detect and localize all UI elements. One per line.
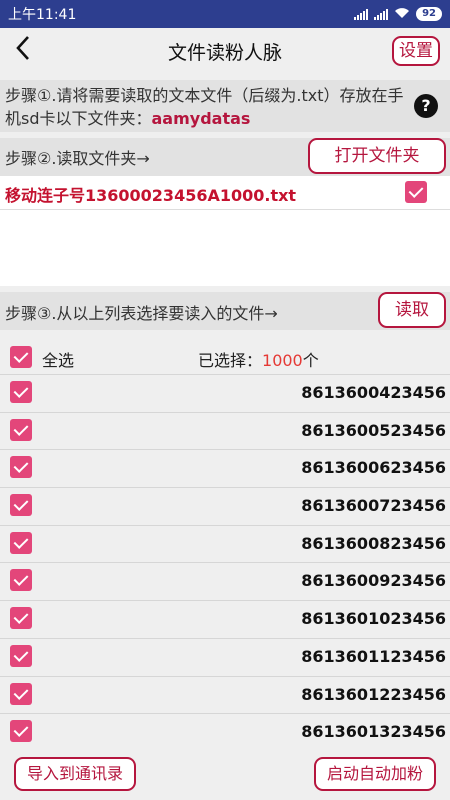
list-item[interactable]: 8613600723456: [0, 487, 450, 525]
help-icon[interactable]: ?: [414, 94, 438, 118]
list-item[interactable]: 8613601123456: [0, 637, 450, 676]
phone-number: 8613600923456: [301, 571, 446, 591]
item-checkbox[interactable]: [10, 569, 32, 592]
phone-number: 8613601323456: [301, 722, 446, 742]
import-contacts-button[interactable]: 导入到通讯录: [14, 757, 136, 791]
phone-number: 8613600523456: [301, 420, 446, 440]
battery-indicator: 92: [416, 7, 442, 21]
title-bar: 文件读粉人脉 设置: [0, 28, 450, 74]
select-all-checkbox[interactable]: [10, 346, 32, 368]
file-checkbox[interactable]: [405, 181, 427, 203]
signal-icon: [354, 8, 369, 20]
selection-bar: 全选 已选择：1000个: [0, 340, 450, 374]
step3-panel: 步骤③.从以上列表选择要读入的文件→ 读取: [0, 292, 450, 330]
file-row[interactable]: 移动连子号13600023456A1000.txt: [0, 176, 450, 210]
step2-panel: 步骤②.读取文件夹→ 打开文件夹: [0, 138, 450, 176]
item-checkbox[interactable]: [10, 418, 32, 441]
step2-text: 步骤②.读取文件夹→: [5, 149, 150, 168]
status-icons: 92: [348, 7, 442, 22]
select-all-label[interactable]: 全选: [42, 347, 74, 371]
phone-number: 8613600723456: [301, 496, 446, 516]
item-checkbox[interactable]: [10, 607, 32, 630]
auto-add-button[interactable]: 启动自动加粉: [314, 757, 436, 791]
wifi-icon: [394, 7, 410, 22]
item-checkbox[interactable]: [10, 531, 32, 554]
back-button[interactable]: [8, 34, 38, 68]
list-item[interactable]: 8613601223456: [0, 675, 450, 714]
open-folder-button[interactable]: 打开文件夹: [308, 138, 446, 174]
list-item[interactable]: 8613600423456: [0, 374, 450, 412]
list-item[interactable]: 8613600823456: [0, 524, 450, 563]
phone-number: 8613601223456: [301, 684, 446, 704]
page-title: 文件读粉人脉: [167, 41, 282, 64]
selected-number: 1000: [262, 351, 303, 370]
file-list: 移动连子号13600023456A1000.txt: [0, 176, 450, 286]
phone-number: 8613601123456: [301, 646, 446, 666]
phone-number: 8613601023456: [301, 609, 446, 629]
item-checkbox[interactable]: [10, 381, 32, 403]
signal-icon-2: [374, 8, 389, 20]
step3-text: 步骤③.从以上列表选择要读入的文件→: [5, 304, 278, 323]
selected-prefix: 已选择：: [198, 351, 263, 370]
step1-panel: 步骤①.请将需要读取的文本文件（后缀为.txt）存放在手机sd卡以下文件夹：aa…: [0, 80, 450, 132]
list-item[interactable]: 8613601023456: [0, 600, 450, 638]
list-item[interactable]: 8613601323456: [0, 713, 450, 751]
phone-number: 8613600823456: [301, 533, 446, 553]
list-item[interactable]: 8613600923456: [0, 562, 450, 601]
status-bar: 上午11:41 92: [0, 0, 450, 28]
status-time: 上午11:41: [8, 7, 77, 23]
read-button[interactable]: 读取: [378, 292, 446, 328]
list-item[interactable]: 8613600523456: [0, 411, 450, 450]
file-name: 移动连子号13600023456A1000.txt: [5, 186, 297, 205]
folder-name: aamydatas: [151, 109, 251, 128]
selected-unit: 个: [302, 351, 319, 370]
phone-number: 8613600623456: [301, 458, 446, 478]
number-list: 8613600423456 8613600523456 861360062345…: [0, 374, 450, 751]
chevron-left-icon: [16, 36, 29, 60]
list-item[interactable]: 8613600623456: [0, 449, 450, 488]
item-checkbox[interactable]: [10, 494, 32, 517]
item-checkbox[interactable]: [10, 456, 32, 479]
phone-number: 8613600423456: [301, 383, 446, 402]
item-checkbox[interactable]: [10, 644, 32, 667]
settings-button[interactable]: 设置: [392, 36, 440, 66]
item-checkbox[interactable]: [10, 682, 32, 705]
item-checkbox[interactable]: [10, 720, 32, 743]
selected-count: 已选择：1000个: [198, 347, 319, 371]
